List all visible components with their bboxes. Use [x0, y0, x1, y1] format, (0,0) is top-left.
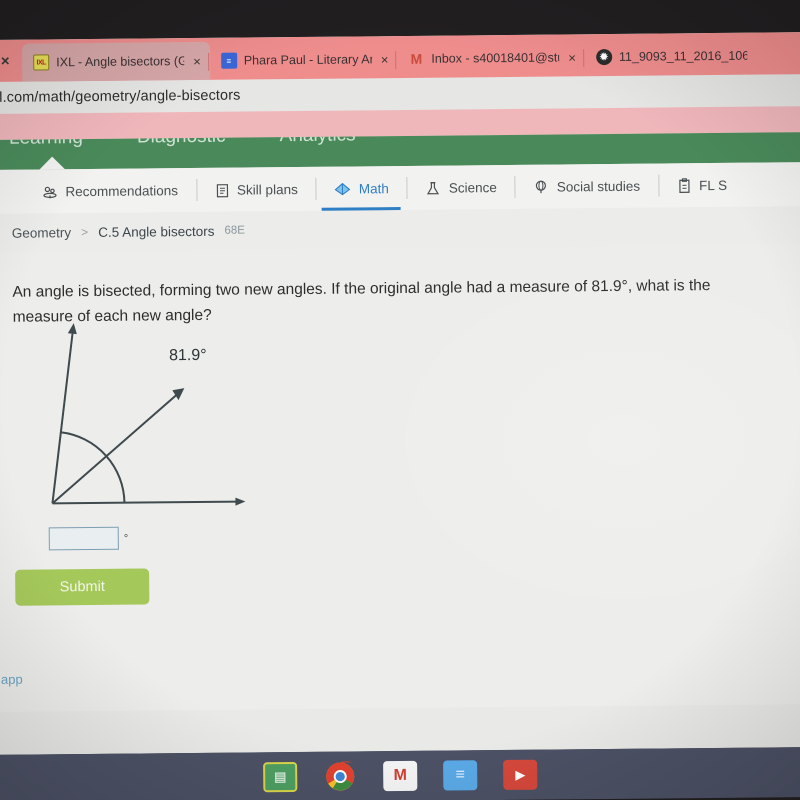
tab-label: Math — [358, 180, 389, 196]
browser-tab-ixl[interactable]: IXL IXL - Angle bisectors (Ge × — [22, 41, 210, 82]
gmail-icon[interactable]: M — [383, 760, 418, 792]
tab-label: Social studies — [556, 178, 641, 195]
close-icon[interactable]: × — [566, 50, 576, 65]
tab-divider — [582, 49, 585, 68]
nav-active-notch — [39, 156, 65, 170]
browser-tab-gmail[interactable]: M Inbox - s40018401@stu × — [395, 38, 585, 78]
browser-tab-title: IXL - Angle bisectors (Ge — [56, 54, 185, 70]
tab-label: FL S — [699, 177, 728, 193]
tab-label: Science — [448, 179, 497, 196]
tab-fl-standards[interactable]: FL S — [658, 163, 745, 208]
chrome-icon[interactable] — [323, 761, 357, 791]
submit-button[interactable]: Submit — [15, 568, 150, 606]
tab-skill-plans[interactable]: Skill plans — [196, 167, 316, 212]
browser-tab-title: Inbox - s40018401@stu — [431, 50, 560, 66]
tab-science[interactable]: Science — [407, 165, 515, 210]
browser-tab-pdf[interactable]: ✹ 11_9093_11_2016_1069 — [582, 37, 756, 77]
angle-label: 81.9° — [169, 347, 207, 364]
browser-tab-docs[interactable]: ≡ Phara Paul - Literary An × — [207, 40, 398, 80]
chevron-right-icon: > — [81, 225, 89, 240]
recommendations-icon — [41, 183, 58, 200]
skill-code: 68E — [224, 224, 245, 237]
angle-diagram: 81.9° — [29, 311, 261, 533]
degree-unit-label: ° — [123, 532, 129, 545]
browser-tab-title: Phara Paul - Literary An — [243, 52, 372, 68]
tab-divider — [207, 52, 209, 71]
tab-label: Skill plans — [236, 181, 298, 198]
tab-close-icon-offscreen[interactable]: × — [0, 40, 22, 82]
tab-recommendations[interactable]: Recommendations — [23, 168, 196, 214]
breadcrumb-skill: C.5 Angle bisectors — [98, 223, 215, 240]
os-taskbar: ▤ M ≡ ▶ — [0, 746, 800, 800]
close-icon[interactable]: × — [379, 52, 389, 67]
answer-row: ° — [48, 526, 129, 551]
tab-label: Recommendations — [65, 182, 179, 199]
science-icon — [425, 179, 442, 196]
question-panel: An angle is bisected, forming two new an… — [0, 244, 800, 712]
browser-tab-strip: × IXL IXL - Angle bisectors (Ge × ≡ Phar… — [0, 32, 800, 82]
youtube-icon[interactable]: ▶ — [503, 759, 538, 790]
google-classroom-icon[interactable]: ▤ — [263, 761, 298, 793]
ixl-favicon: IXL — [33, 54, 50, 71]
tab-social-studies[interactable]: Social studies — [515, 164, 659, 209]
skill-plans-icon — [214, 181, 230, 198]
browser-window: × IXL IXL - Angle bisectors (Ge × ≡ Phar… — [0, 32, 800, 755]
gmail-favicon: M — [410, 50, 423, 67]
app-promo-text: th our app — [0, 671, 23, 688]
social-studies-icon — [533, 178, 550, 195]
close-icon[interactable]: × — [191, 53, 201, 68]
photographed-screen: × IXL IXL - Angle bisectors (Ge × ≡ Phar… — [0, 0, 800, 800]
url-text: ixl.com/math/geometry/angle-bisectors — [0, 87, 241, 106]
tab-divider — [395, 51, 397, 70]
breadcrumb-subject[interactable]: Geometry — [12, 225, 71, 241]
fl-standards-icon — [676, 177, 692, 194]
google-docs-icon[interactable]: ≡ — [443, 760, 478, 791]
math-icon — [334, 180, 352, 197]
docs-favicon: ≡ — [220, 52, 237, 69]
answer-input[interactable] — [48, 526, 119, 551]
tab-math[interactable]: Math — [316, 166, 407, 211]
browser-tab-title: 11_9093_11_2016_1069 — [618, 48, 748, 64]
subject-tab-bar: Recommendations Skill plans Math Science… — [0, 162, 800, 214]
globe-favicon: ✹ — [595, 48, 613, 66]
